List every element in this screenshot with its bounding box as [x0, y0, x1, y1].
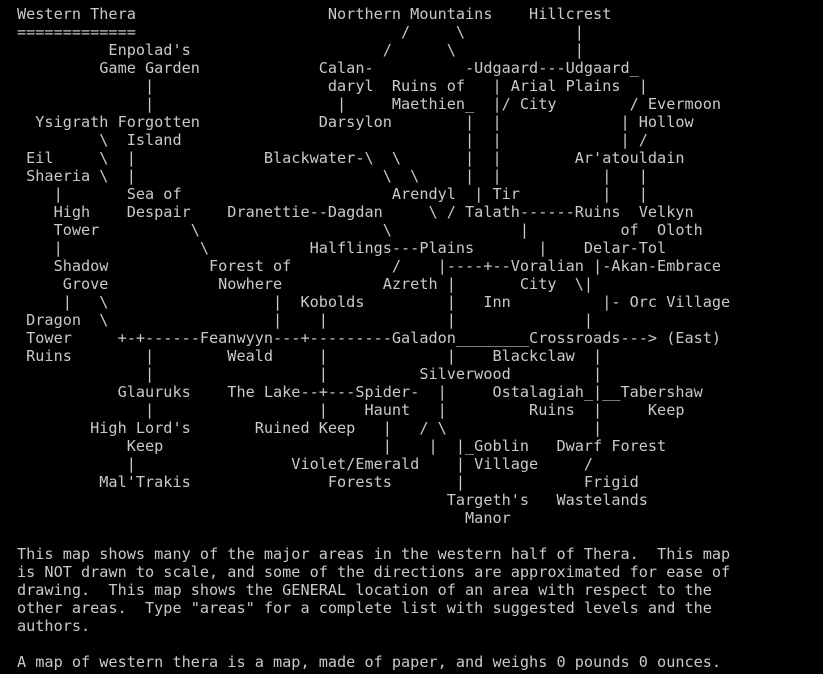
blank-line-separator-2	[17, 635, 823, 653]
ascii-map-art: Western Thera Northern Mountains Hillcre…	[17, 5, 731, 527]
blank-line-separator	[17, 527, 823, 545]
terminal-output: Western Thera Northern Mountains Hillcre…	[0, 0, 823, 674]
map-description-paragraph: This map shows many of the major areas i…	[17, 545, 731, 635]
item-description-line: A map of western thera is a map, made of…	[17, 653, 722, 671]
